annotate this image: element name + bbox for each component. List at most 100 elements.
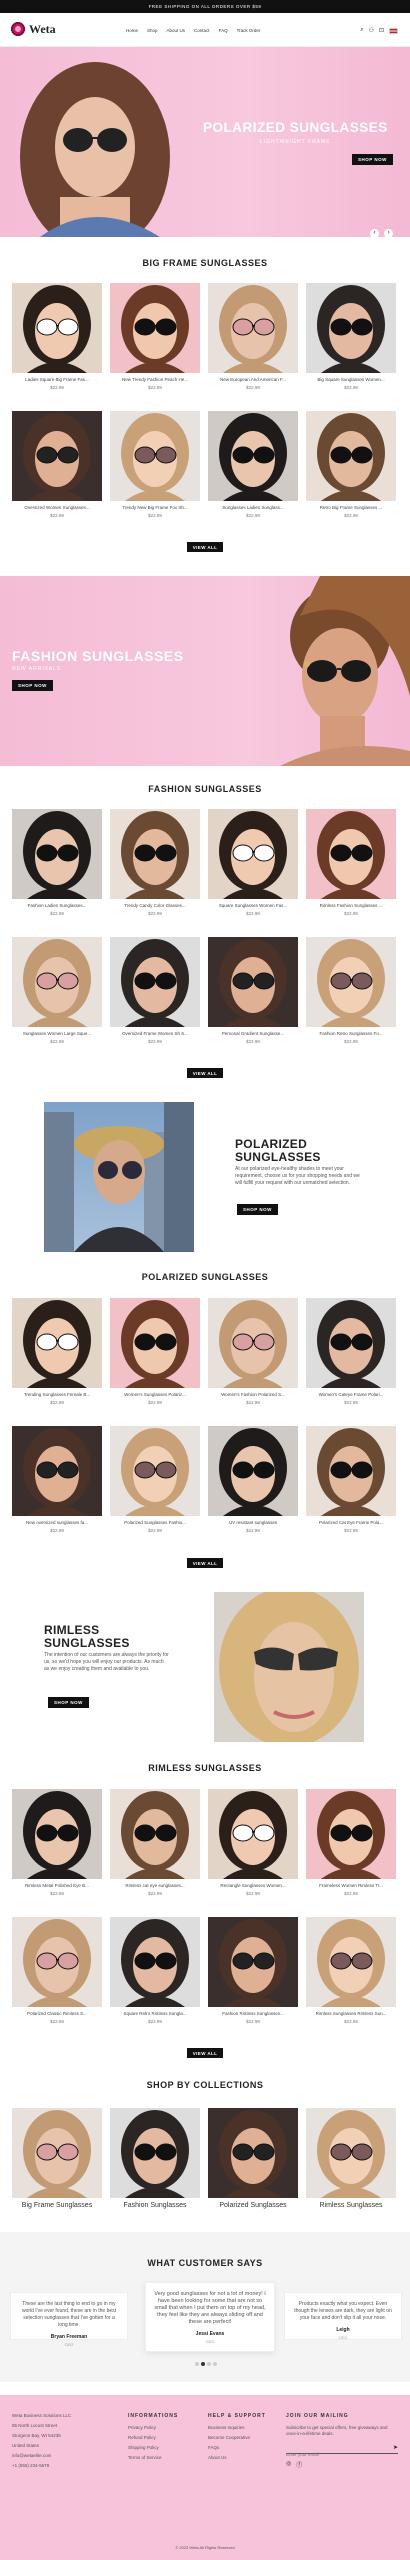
product-card[interactable]: Retro Big Frame Sunglasses ... $22.99 — [306, 411, 396, 518]
collection-card[interactable]: Big Frame Sunglasses — [12, 2108, 102, 2209]
product-image-wrap[interactable] — [110, 1426, 200, 1516]
product-name[interactable]: Polarized Cat Eye Frame Pola... — [306, 1520, 396, 1525]
rimless-shop-now-button[interactable]: SHOP NOW — [48, 1697, 89, 1708]
facebook-icon[interactable]: ⓕ — [296, 2460, 302, 2469]
product-image-wrap[interactable] — [208, 1426, 298, 1516]
footer-link[interactable]: Privacy Policy — [128, 2425, 198, 2430]
product-name[interactable]: Fashion Retro Sunglasses Fo... — [306, 1031, 396, 1036]
product-name[interactable]: Trendy New Big Frame Fox Sh... — [110, 505, 200, 510]
product-image-wrap[interactable] — [208, 1789, 298, 1879]
instagram-icon[interactable]: ◎ — [286, 2460, 291, 2469]
product-image-wrap[interactable] — [12, 809, 102, 899]
footer-phone[interactable]: +1 (555) 234-5678 — [12, 2463, 122, 2468]
product-name[interactable]: Ladies Square Big Frame Fas... — [12, 377, 102, 382]
collection-image[interactable] — [208, 2108, 298, 2198]
product-name[interactable]: Polarized Classic Rimless S... — [12, 2011, 102, 2016]
footer-link[interactable]: FAQs — [208, 2445, 278, 2450]
product-image-wrap[interactable] — [110, 937, 200, 1027]
product-name[interactable]: Retro Big Frame Sunglasses ... — [306, 505, 396, 510]
product-image-wrap[interactable] — [12, 283, 102, 373]
product-name[interactable]: Fashion Rimless Sunglasses... — [208, 2011, 298, 2016]
product-card[interactable]: Oversized Women Sunglasses... $22.99 — [12, 411, 102, 518]
product-card[interactable]: Polarized Classic Rimless S... $22.99 — [12, 1917, 102, 2024]
product-image-wrap[interactable] — [12, 1789, 102, 1879]
product-image-wrap[interactable] — [306, 809, 396, 899]
product-name[interactable]: Square Sunglasses Women Fas... — [208, 903, 298, 908]
collection-card[interactable]: Rimless Sunglasses — [306, 2108, 396, 2209]
product-name[interactable]: Oversized Women Sunglasses... — [12, 505, 102, 510]
product-card[interactable]: Polarized Cat Eye Frame Pola... $22.99 — [306, 1426, 396, 1533]
product-image-wrap[interactable] — [12, 937, 102, 1027]
collection-card[interactable]: Polarized Sunglasses — [208, 2108, 298, 2209]
search-icon[interactable]: ⌕ — [360, 27, 363, 34]
hero-shop-now-button[interactable]: SHOP NOW — [12, 680, 53, 691]
product-name[interactable]: New European And American F... — [208, 377, 298, 382]
product-card[interactable]: Rimless Fashion Sunglasses ... $22.99 — [306, 809, 396, 916]
nav-about-us[interactable]: About Us — [167, 28, 186, 33]
product-name[interactable]: Oversized Frame Women Sh S... — [110, 1031, 200, 1036]
product-name[interactable]: Women's Fashion Polarized S... — [208, 1392, 298, 1397]
product-name[interactable]: Trending Sunglasses Female B... — [12, 1392, 102, 1397]
product-name[interactable]: New Trendy Fashion Peach He... — [110, 377, 200, 382]
collection-image[interactable] — [12, 2108, 102, 2198]
view-all-big-frame-button[interactable]: VIEW ALL — [187, 542, 223, 552]
nav-shop[interactable]: Shop — [147, 28, 158, 33]
product-image-wrap[interactable] — [110, 1298, 200, 1388]
product-image-wrap[interactable] — [110, 1789, 200, 1879]
footer-link[interactable]: Shipping Policy — [128, 2445, 198, 2450]
product-image-wrap[interactable] — [110, 1917, 200, 2007]
product-name[interactable]: UV resistant sunglasses — [208, 1520, 298, 1525]
newsletter-email-input[interactable] — [286, 2452, 386, 2457]
brand-logo[interactable]: Weta — [10, 21, 56, 37]
hero-shop-now-button[interactable]: SHOP NOW — [352, 154, 393, 165]
product-image-wrap[interactable] — [110, 283, 200, 373]
product-card[interactable]: Fashion Rimless Sunglasses... $22.99 — [208, 1917, 298, 2024]
user-icon[interactable]: ⚇ — [369, 27, 374, 34]
slider-prev-icon[interactable]: ‹ — [370, 229, 379, 237]
product-card[interactable]: Rectangle Sunglasses Women... $22.99 — [208, 1789, 298, 1896]
product-card[interactable]: Trendy Candy Color Glasses... $22.99 — [110, 809, 200, 916]
product-card[interactable]: Square Retro Rimless Sungla... $22.99 — [110, 1917, 200, 2024]
send-icon[interactable]: ➤ — [393, 2444, 398, 2451]
footer-link[interactable]: Become Cooperative — [208, 2435, 278, 2440]
view-all-fashion-button[interactable]: VIEW ALL — [187, 1068, 223, 1078]
product-card[interactable]: Sunglasses Ladies Sunglass... $22.99 — [208, 411, 298, 518]
product-card[interactable]: Fashion Retro Sunglasses Fo... $22.99 — [306, 937, 396, 1044]
product-image-wrap[interactable] — [110, 809, 200, 899]
collection-image[interactable] — [110, 2108, 200, 2198]
product-name[interactable]: Personal Gradient Sunglasse... — [208, 1031, 298, 1036]
nav-track-order[interactable]: Track Order — [237, 28, 261, 33]
product-card[interactable]: Oversized Frame Women Sh S... $22.99 — [110, 937, 200, 1044]
currency-flag-icon[interactable] — [389, 27, 398, 34]
nav-contact[interactable]: Contact — [194, 28, 210, 33]
product-image-wrap[interactable] — [110, 411, 200, 501]
product-name[interactable]: Big Square Sunglasses Women... — [306, 377, 396, 382]
view-all-rimless-button[interactable]: VIEW ALL — [187, 2048, 223, 2058]
product-card[interactable]: Fashion Ladies Sunglasses... $22.99 — [12, 809, 102, 916]
product-image-wrap[interactable] — [306, 1789, 396, 1879]
product-image-wrap[interactable] — [306, 937, 396, 1027]
product-card[interactable]: Polarized Sunglasses Fashio... $22.99 — [110, 1426, 200, 1533]
product-name[interactable]: New oversized sunglasses fa... — [12, 1520, 102, 1525]
product-name[interactable]: Women's Sunglasses Polariz... — [110, 1392, 200, 1397]
product-image-wrap[interactable] — [306, 1298, 396, 1388]
product-image-wrap[interactable] — [306, 1917, 396, 2007]
product-name[interactable]: Rimless Fashion Sunglasses ... — [306, 903, 396, 908]
product-image-wrap[interactable] — [208, 937, 298, 1027]
product-name[interactable]: Frameless Women Rimless Tr... — [306, 1883, 396, 1888]
product-name[interactable]: Sunglasses Ladies Sunglass... — [208, 505, 298, 510]
carousel-dot[interactable] — [195, 2362, 199, 2366]
product-name[interactable]: Polarized Sunglasses Fashio... — [110, 1520, 200, 1525]
footer-link[interactable]: Refund Policy — [128, 2435, 198, 2440]
product-card[interactable]: Personal Gradient Sunglasse... $22.99 — [208, 937, 298, 1044]
carousel-dot[interactable] — [213, 2362, 217, 2366]
footer-email[interactable]: info@wetaelite.com — [12, 2453, 122, 2458]
product-card[interactable]: Trendy New Big Frame Fox Sh... $22.99 — [110, 411, 200, 518]
product-card[interactable]: New European And American F... $22.99 — [208, 283, 298, 390]
carousel-dot-active[interactable] — [201, 2362, 205, 2366]
product-card[interactable]: Trending Sunglasses Female B... $22.99 — [12, 1298, 102, 1405]
product-card[interactable]: Big Square Sunglasses Women... $22.99 — [306, 283, 396, 390]
product-name[interactable]: Fashion Ladies Sunglasses... — [12, 903, 102, 908]
product-image-wrap[interactable] — [306, 411, 396, 501]
collection-card[interactable]: Fashion Sunglasses — [110, 2108, 200, 2209]
